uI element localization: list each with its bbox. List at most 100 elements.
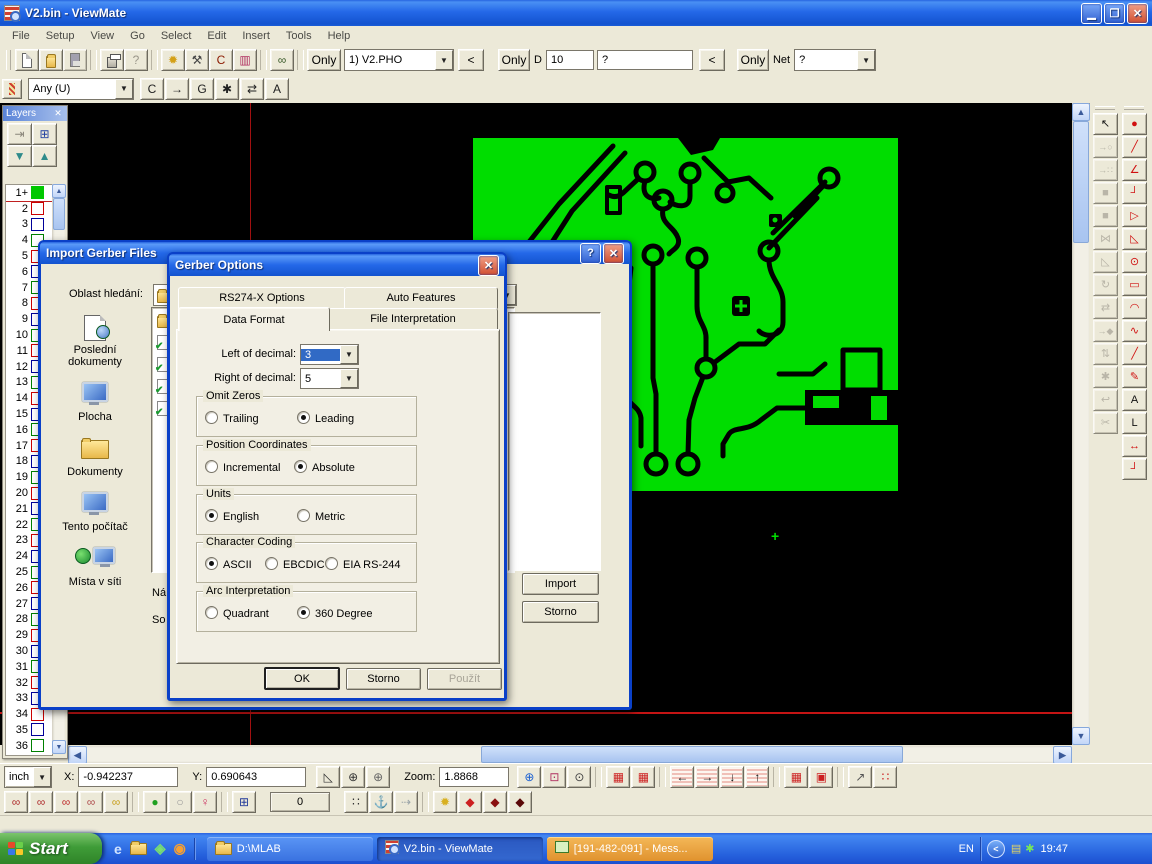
place-network-places[interactable]: Místa v síti	[49, 547, 141, 588]
resize-select-icon[interactable]: ↗	[848, 766, 872, 788]
horizontal-scrollbar[interactable]: ◀ ▶	[68, 746, 1072, 763]
horizontal-scroll-thumb[interactable]	[481, 746, 903, 763]
print-icon[interactable]	[100, 49, 124, 71]
place-recent-documents[interactable]: Poslední dokumenty	[49, 315, 141, 368]
only-dcode-button[interactable]: Only	[498, 49, 530, 71]
zoom-field[interactable]: 1.8868	[439, 767, 509, 787]
task-button[interactable]: V2.bin - ViewMate	[377, 837, 543, 861]
pad-select-icon[interactable]: ◆	[458, 791, 482, 813]
close-button[interactable]: ✕	[478, 255, 499, 276]
label-icon[interactable]: L	[1122, 412, 1147, 434]
draw-circle-icon[interactable]: ⊙	[1122, 251, 1147, 273]
restore-button[interactable]: ❐	[1104, 3, 1125, 24]
grid-dots-icon[interactable]: ∷	[344, 791, 368, 813]
radio-option-leading[interactable]: Leading	[297, 411, 354, 425]
help-button[interactable]: ?	[580, 243, 601, 264]
scroll-down-icon[interactable]: ▼	[52, 740, 66, 754]
gerber-dialog-titlebar[interactable]: Gerber Options ✕	[169, 254, 505, 276]
highlight-off-icon[interactable]: ○	[168, 791, 192, 813]
draw-arc-icon[interactable]: ◠	[1122, 297, 1147, 319]
draw-corner-icon[interactable]: ┘	[1122, 182, 1147, 204]
draw-curve-icon[interactable]: ∿	[1122, 320, 1147, 342]
layer-color-swatch[interactable]	[31, 723, 44, 736]
measure-glasses-icon[interactable]: ∞	[270, 49, 294, 71]
language-indicator[interactable]: EN	[959, 843, 974, 855]
menu-item-view[interactable]: View	[82, 28, 122, 44]
aperture-a-icon[interactable]: A	[265, 78, 289, 100]
tile-windows-icon[interactable]: ⊞	[232, 791, 256, 813]
start-button[interactable]: Start	[0, 833, 102, 864]
vertical-scroll-thumb[interactable]	[1073, 121, 1089, 243]
zoom-selection-icon[interactable]: ⊙	[567, 766, 591, 788]
chevron-down-icon[interactable]: ▼	[340, 369, 358, 388]
draw-triangle-icon[interactable]: ◺	[1122, 228, 1147, 250]
y-coordinate-field[interactable]: 0.690643	[206, 767, 306, 787]
layer-combo[interactable]: 1) V2.PHO▼	[344, 49, 454, 71]
aperture-h-icon[interactable]: ⇄	[240, 78, 264, 100]
aperture-filter-combo[interactable]: Any (U)▼	[28, 78, 134, 100]
left-decimal-combo[interactable]: 3 ▼	[300, 344, 359, 365]
unit-combo[interactable]: inch▼	[4, 766, 52, 788]
task-button[interactable]: [191-482-091] - Mess...	[547, 837, 713, 861]
highlight-query-icon[interactable]: ♀	[193, 791, 217, 813]
chevron-down-icon[interactable]: ▼	[857, 50, 875, 70]
only-net-button[interactable]: Only	[737, 49, 769, 71]
flip-icon[interactable]: ◺	[1093, 251, 1118, 273]
only-layer-button[interactable]: Only	[307, 49, 341, 71]
pan-down-icon[interactable]: ↓	[720, 766, 744, 788]
place-documents-folder[interactable]: Dokumenty	[49, 437, 141, 478]
close-icon[interactable]: ✕	[52, 108, 64, 119]
layer-row[interactable]: 2	[6, 201, 52, 217]
radio-option-eia-rs-244[interactable]: EIA RS-244	[325, 557, 400, 571]
layer-color-swatch[interactable]	[31, 186, 44, 199]
aperture-pattern-icon[interactable]	[2, 79, 22, 99]
cancel-button[interactable]: Storno	[522, 601, 599, 623]
tab-rs274x-options[interactable]: RS274-X Options	[178, 287, 346, 309]
draw-sline-icon[interactable]: ╱	[1122, 343, 1147, 365]
menu-item-select[interactable]: Select	[153, 28, 200, 44]
menu-item-help[interactable]: Help	[320, 28, 359, 44]
aperture-g-icon[interactable]: G	[190, 78, 214, 100]
prev-layer-button[interactable]: <	[458, 49, 484, 71]
net-combo[interactable]: ?▼	[794, 49, 876, 71]
zoom-window-icon[interactable]: ⊡	[542, 766, 566, 788]
dots-select-icon[interactable]: ∷	[873, 766, 897, 788]
settings-gear-icon[interactable]: ✱	[1093, 366, 1118, 388]
prev-dcode-button[interactable]: <	[699, 49, 725, 71]
move-items-icon[interactable]: →∷	[1093, 159, 1118, 181]
minimize-button[interactable]: ▁	[1081, 3, 1102, 24]
ie-quicklaunch-icon[interactable]: e	[114, 841, 122, 857]
book-quicklaunch-icon[interactable]: ◈	[155, 840, 166, 857]
scroll-up-icon[interactable]: ▲	[52, 184, 66, 198]
origin-icon[interactable]: ⊕	[341, 766, 365, 788]
scroll-right-icon[interactable]: ▶	[1053, 746, 1072, 764]
angle-measure-icon[interactable]: ◺	[316, 766, 340, 788]
apply-button[interactable]: Použít	[427, 668, 502, 690]
radio-option-ebcdic[interactable]: EBCDIC	[265, 557, 325, 571]
layer-color-swatch[interactable]	[31, 202, 44, 215]
radio-option-trailing[interactable]: Trailing	[205, 411, 259, 425]
copy-grid-icon[interactable]: ▦	[784, 766, 808, 788]
radio-option-ascii[interactable]: ASCII	[205, 557, 252, 571]
radio-option-metric[interactable]: Metric	[297, 509, 345, 523]
vector-snap-icon[interactable]: ⇢	[394, 791, 418, 813]
radio-option-incremental[interactable]: Incremental	[205, 460, 280, 474]
paste-grid-icon[interactable]: ▣	[809, 766, 833, 788]
folder-quicklaunch-icon[interactable]	[130, 840, 147, 858]
x-coordinate-field[interactable]: -0.942237	[78, 767, 178, 787]
aperture-flash-icon[interactable]: ✱	[215, 78, 239, 100]
draw-pen-icon[interactable]: ✎	[1122, 366, 1147, 388]
menu-item-setup[interactable]: Setup	[38, 28, 83, 44]
corner2-icon[interactable]: ┘	[1122, 458, 1147, 480]
pan-right-icon[interactable]: →	[695, 766, 719, 788]
draw-polyline-icon[interactable]: ∠	[1122, 159, 1147, 181]
move-vertex-icon[interactable]: →○	[1093, 136, 1118, 158]
spread-icon[interactable]: ⇅	[1093, 343, 1118, 365]
layer-row[interactable]: 3	[6, 217, 52, 233]
pad-square2-icon[interactable]: ■	[1093, 205, 1118, 227]
scroll-up-icon[interactable]: ▲	[1072, 103, 1090, 121]
flash-view-icon[interactable]: ✹	[161, 49, 185, 71]
select-cursor-icon[interactable]: ↖	[1093, 113, 1118, 135]
align-icon[interactable]: ⇄	[1093, 297, 1118, 319]
tab-data-format[interactable]: Data Format	[178, 307, 330, 331]
